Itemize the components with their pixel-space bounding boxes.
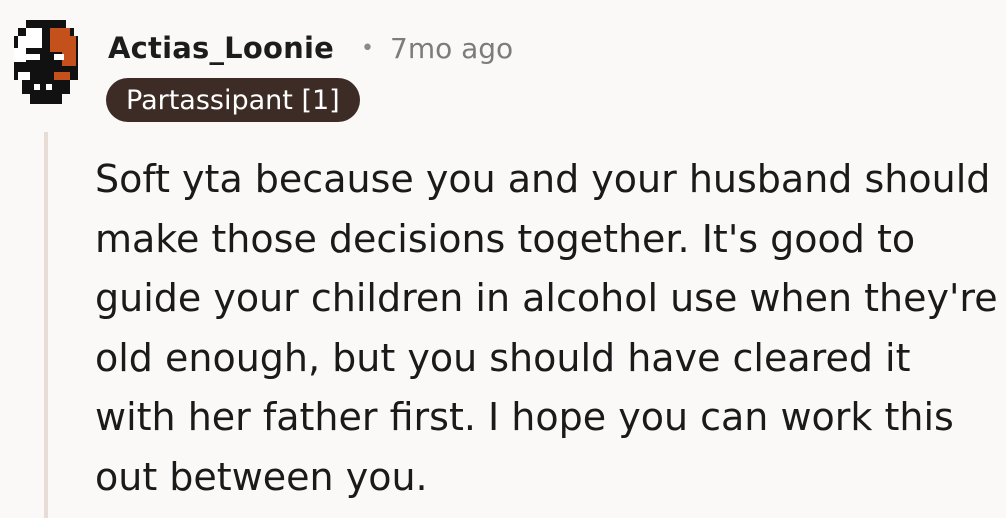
user-avatar-icon[interactable]: [10, 16, 82, 108]
author-username[interactable]: Actias_Loonie: [108, 28, 334, 68]
comment: Actias_Loonie • 7mo ago Partassipant [1]…: [0, 0, 1006, 518]
meta-separator: •: [361, 35, 374, 61]
thread-line[interactable]: [44, 132, 48, 518]
comment-timestamp[interactable]: 7mo ago: [390, 28, 513, 68]
comment-body: Soft yta because you and your husband sh…: [95, 157, 998, 499]
user-flair-badge: Partassipant [1]: [106, 78, 360, 122]
